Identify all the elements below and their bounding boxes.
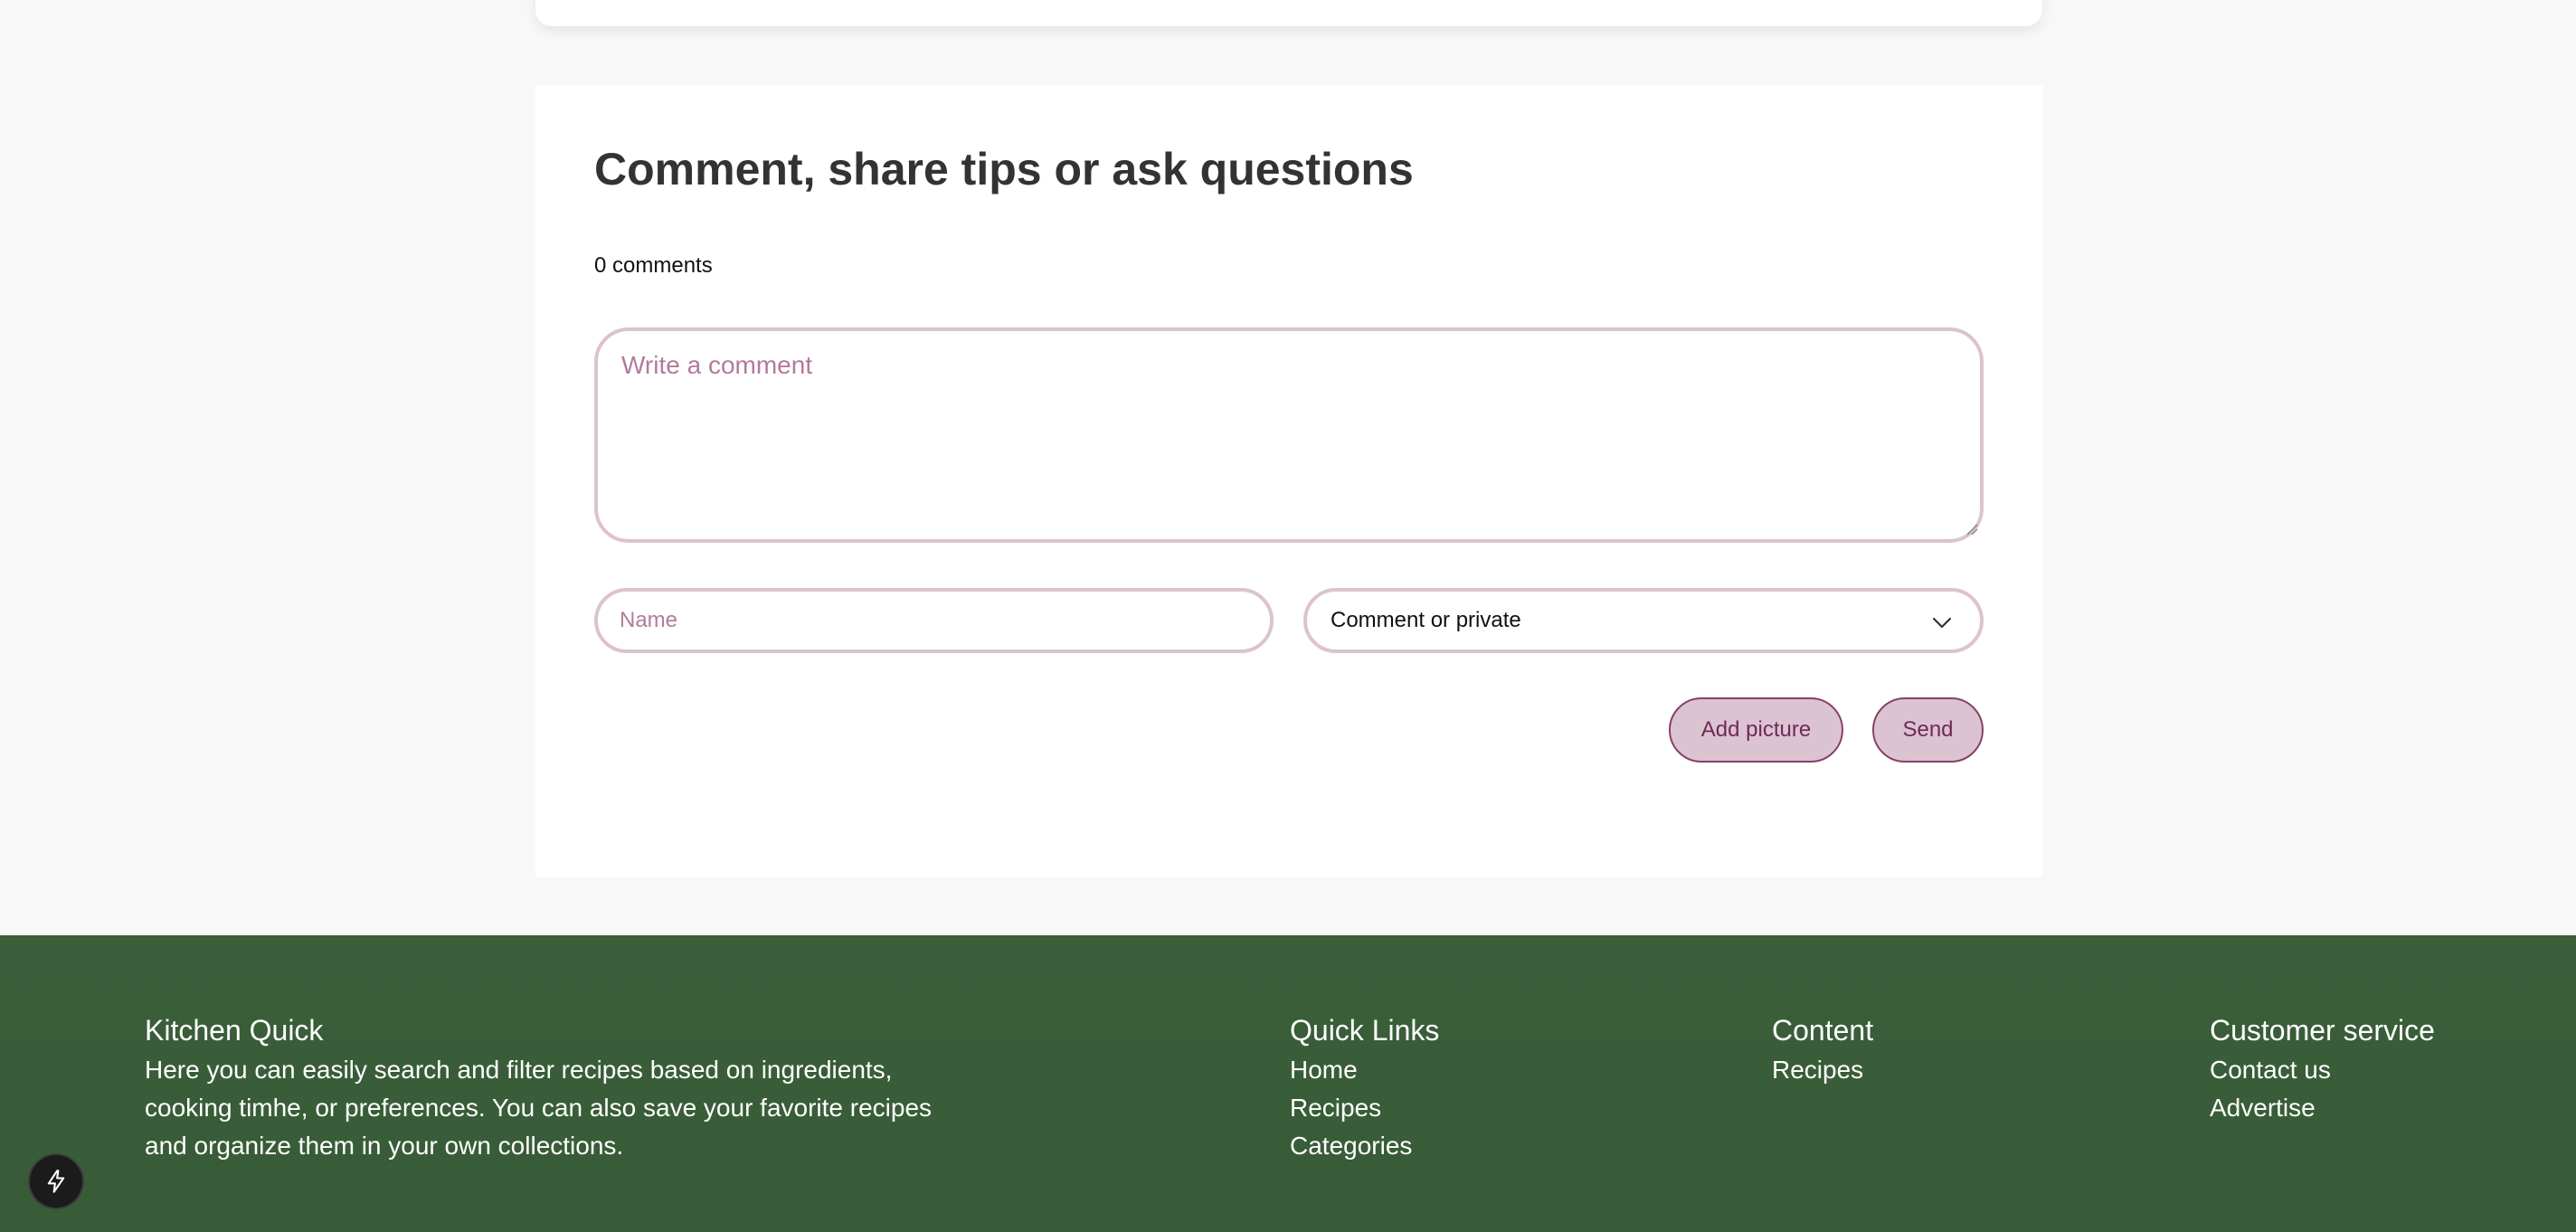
footer-quick-links-heading: Quick Links [1290,1014,1440,1047]
footer-about: Kitchen Quick Here you can easily search… [145,1009,941,1165]
add-picture-button[interactable]: Add picture [1669,697,1843,763]
lightning-bolt-icon [47,1170,65,1193]
comment-count: 0 comments [594,253,713,278]
footer-link-recipes[interactable]: Recipes [1290,1089,1439,1127]
footer-link-categories[interactable]: Categories [1290,1127,1439,1165]
resize-grip-icon[interactable] [1965,523,1978,535]
lightning-bolt-button[interactable] [30,1155,82,1208]
footer-quick-links: Quick Links Home Recipes Categories [1290,1009,1439,1165]
previous-section-card [535,0,2042,26]
comment-textarea[interactable] [594,327,1984,543]
comments-section: Comment, share tips or ask questions 0 c… [535,85,2042,877]
comment-type-select[interactable]: Comment or private [1303,588,1984,653]
footer-content-heading: Content [1772,1014,1874,1047]
footer-link-contact-us[interactable]: Contact us [2210,1051,2435,1089]
footer-about-text: Here you can easily search and filter re… [145,1056,933,1160]
footer-content: Content Recipes [1772,1009,1873,1089]
chevron-down-icon [1932,617,1952,629]
footer-customer-service-heading: Customer service [2210,1014,2435,1047]
footer-link-advertise[interactable]: Advertise [2210,1089,2435,1127]
footer-brand-heading: Kitchen Quick [145,1014,324,1047]
footer-link-home[interactable]: Home [1290,1051,1439,1089]
footer-customer-service: Customer service Contact us Advertise [2210,1009,2435,1127]
name-input[interactable] [594,588,1274,653]
comments-title: Comment, share tips or ask questions [594,144,1414,194]
comment-type-value: Comment or private [1331,608,1521,632]
send-button[interactable]: Send [1872,697,1984,763]
site-footer: Kitchen Quick Here you can easily search… [0,935,2576,1232]
footer-link-content-recipes[interactable]: Recipes [1772,1051,1873,1089]
